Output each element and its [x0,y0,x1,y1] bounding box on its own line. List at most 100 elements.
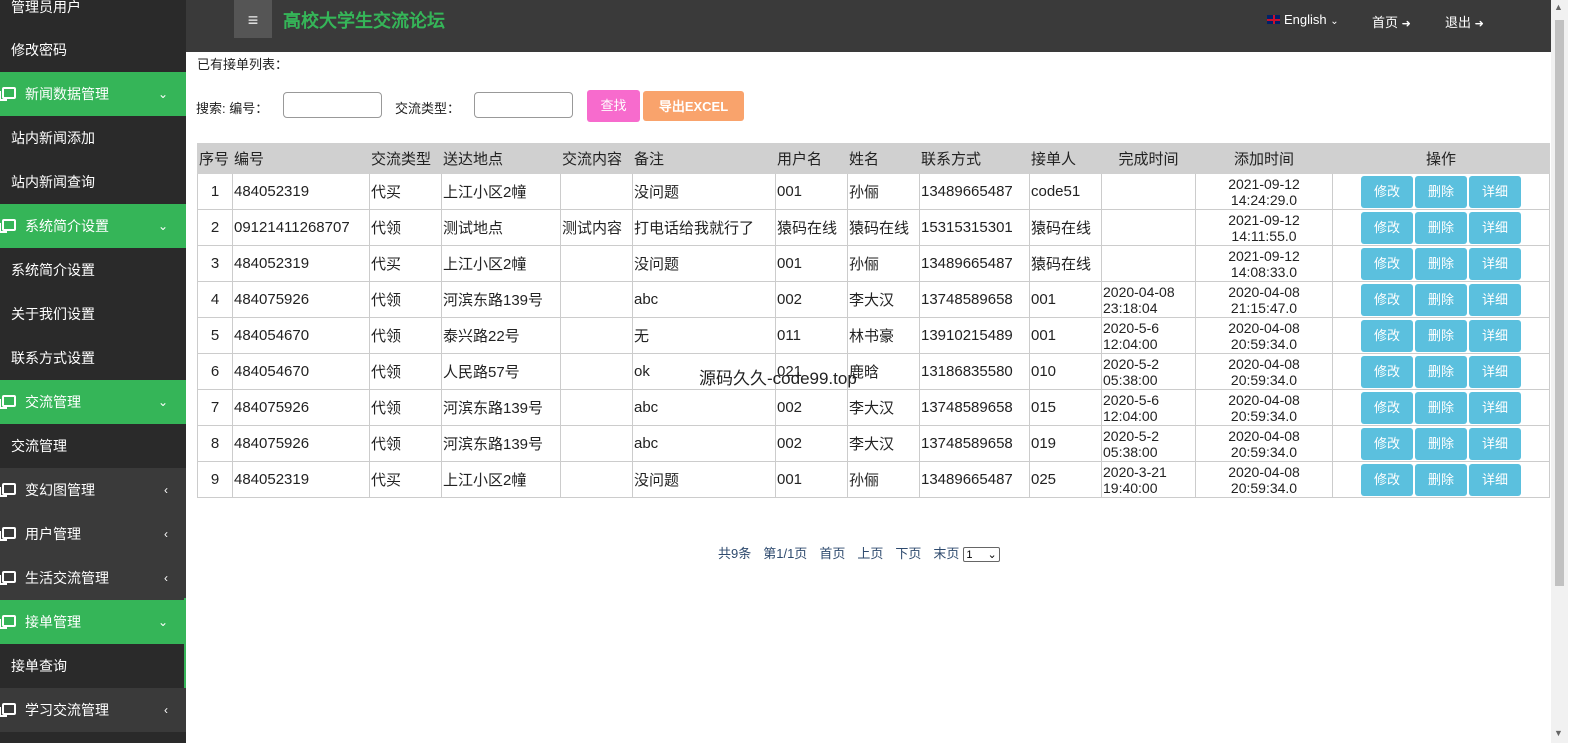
sidebar-item-9[interactable]: 交流管理 [0,424,186,468]
window-icon [0,615,16,629]
language-dropdown[interactable]: English ⌄ [1267,12,1339,27]
cell-actions: 修改 删除 详细 [1332,245,1550,282]
first-page-link[interactable]: 首页 [819,546,845,561]
cell-add-time: 2021-09-12 14:24:29.0 [1195,173,1333,210]
next-page-link[interactable]: 下页 [895,546,921,561]
sidebar-item-2[interactable]: 站内新闻添加 [0,116,186,160]
edit-button[interactable]: 修改 [1361,175,1413,208]
cell-add-time: 2020-04-08 21:15:47.0 [1195,281,1333,318]
sidebar-item-14[interactable]: 接单查询 [0,644,186,688]
sidebar-group-10[interactable]: 变幻图管理 ‹ [0,468,186,512]
delete-button[interactable]: 删除 [1415,355,1467,388]
orders-table: 序号 编号 交流类型 送达地点 交流内容 备注 用户名 姓名 联系方式 接单人 … [197,143,1550,498]
code-search-input[interactable] [283,92,382,118]
cell-taker: 猿码在线 [1029,209,1102,246]
pagination: 共9条 第1/1页 首页 上页 下页 末页 1 ⌄ [718,543,1012,562]
detail-button[interactable]: 详细 [1469,391,1521,424]
detail-button[interactable]: 详细 [1469,355,1521,388]
edit-button[interactable]: 修改 [1361,211,1413,244]
edit-button[interactable]: 修改 [1361,319,1413,352]
cell-name: 猿码在线 [847,209,920,246]
type-search-input[interactable] [474,92,573,118]
last-page-link[interactable]: 末页 [933,546,959,561]
detail-button[interactable]: 详细 [1469,319,1521,352]
cell-note: 打电话给我就行了 [632,209,776,246]
window-icon [0,395,16,409]
sidebar-group-15[interactable]: 学习交流管理 ‹ [0,688,186,732]
delete-button[interactable]: 删除 [1415,463,1467,496]
cell-type: 代领 [369,209,442,246]
cell-phone: 13748589658 [919,281,1030,318]
cell-no: 6 [197,353,233,390]
scrollbar-thumb[interactable] [1555,20,1564,586]
table-row: 4 484075926 代领 河滨东路139号 abc 002 李大汉 13748589658… [197,281,1550,318]
cell-done-time [1101,173,1196,210]
delete-button[interactable]: 删除 [1415,391,1467,424]
find-button[interactable]: 查找 [587,90,640,122]
delete-button[interactable]: 删除 [1415,427,1467,460]
col-header: 用户名 [775,143,848,174]
cell-note: abc [632,281,776,318]
sidebar-group-label: 新闻数据管理 [25,86,109,102]
sidebar-item-3[interactable]: 站内新闻查询 [0,160,186,204]
detail-button[interactable]: 详细 [1469,247,1521,280]
detail-button[interactable]: 详细 [1469,427,1521,460]
sidebar-item-5[interactable]: 系统简介设置 [0,248,186,292]
logout-link[interactable]: 退出 ➜ [1445,12,1484,31]
sidebar-item-0[interactable]: 修改密码 [0,28,186,72]
cell-type: 代买 [369,245,442,282]
detail-button[interactable]: 详细 [1469,211,1521,244]
cell-done-time-date: 2020-5-2 [1103,427,1160,444]
cell-place: 上江小区2幢 [441,173,561,210]
scroll-up-arrow-icon[interactable]: ▲ [1554,2,1563,12]
home-link[interactable]: 首页 ➜ [1372,12,1411,31]
table-row: 1 484052319 代买 上江小区2幢 没问题 001 孙俪 13489665487 cod… [197,173,1550,210]
edit-button[interactable]: 修改 [1361,247,1413,280]
sidebar-group-12[interactable]: 生活交流管理 ‹ [0,556,186,600]
scroll-down-arrow-icon[interactable]: ▼ [1554,728,1563,738]
cell-user: 002 [775,425,848,462]
sidebar-item-admin-user[interactable]: 管理员用户 [0,0,186,28]
cell-content [560,461,633,498]
sidebar-group-11[interactable]: 用户管理 ‹ [0,512,186,556]
page-select-value: 1 [966,549,973,561]
edit-button[interactable]: 修改 [1361,391,1413,424]
delete-button[interactable]: 删除 [1415,175,1467,208]
sidebar-item-6[interactable]: 关于我们设置 [0,292,186,336]
sidebar-active-indicator [184,598,186,686]
edit-button[interactable]: 修改 [1361,427,1413,460]
delete-button[interactable]: 删除 [1415,247,1467,280]
cell-add-time-date: 2020-04-08 [1228,283,1300,300]
sidebar-group-label: 接单管理 [25,614,81,630]
detail-button[interactable]: 详细 [1469,175,1521,208]
delete-button[interactable]: 删除 [1415,283,1467,316]
sidebar-item-7[interactable]: 联系方式设置 [0,336,186,380]
hamburger-menu-icon[interactable]: ≡ [234,0,272,38]
sidebar-group-label: 交流管理 [25,394,81,410]
vertical-scrollbar[interactable]: ▲ ▼ [1551,0,1568,743]
cell-add-time: 2020-04-08 20:59:34.0 [1195,461,1333,498]
export-excel-button[interactable]: 导出EXCEL [643,91,744,121]
edit-button[interactable]: 修改 [1361,283,1413,316]
sidebar-group-4[interactable]: 系统简介设置 ⌄ [0,204,186,248]
cell-actions: 修改 删除 详细 [1332,317,1550,354]
detail-button[interactable]: 详细 [1469,283,1521,316]
page-select[interactable]: 1 ⌄ [963,547,1000,562]
cell-add-time-date: 2020-04-08 [1228,427,1300,444]
cell-place: 河滨东路139号 [441,425,561,462]
cell-phone: 13186835580 [919,353,1030,390]
cell-content [560,245,633,282]
cell-add-time-date: 2021-09-12 [1228,211,1300,228]
window-icon [0,703,16,717]
delete-button[interactable]: 删除 [1415,211,1467,244]
detail-button[interactable]: 详细 [1469,463,1521,496]
sidebar-group-8[interactable]: 交流管理 ⌄ [0,380,186,424]
delete-button[interactable]: 删除 [1415,319,1467,352]
cell-name: 林书豪 [847,317,920,354]
sidebar-group-13[interactable]: 接单管理 ⌄ [0,600,186,644]
edit-button[interactable]: 修改 [1361,355,1413,388]
cell-no: 8 [197,425,233,462]
sidebar-group-1[interactable]: 新闻数据管理 ⌄ [0,72,186,116]
edit-button[interactable]: 修改 [1361,463,1413,496]
prev-page-link[interactable]: 上页 [857,546,883,561]
